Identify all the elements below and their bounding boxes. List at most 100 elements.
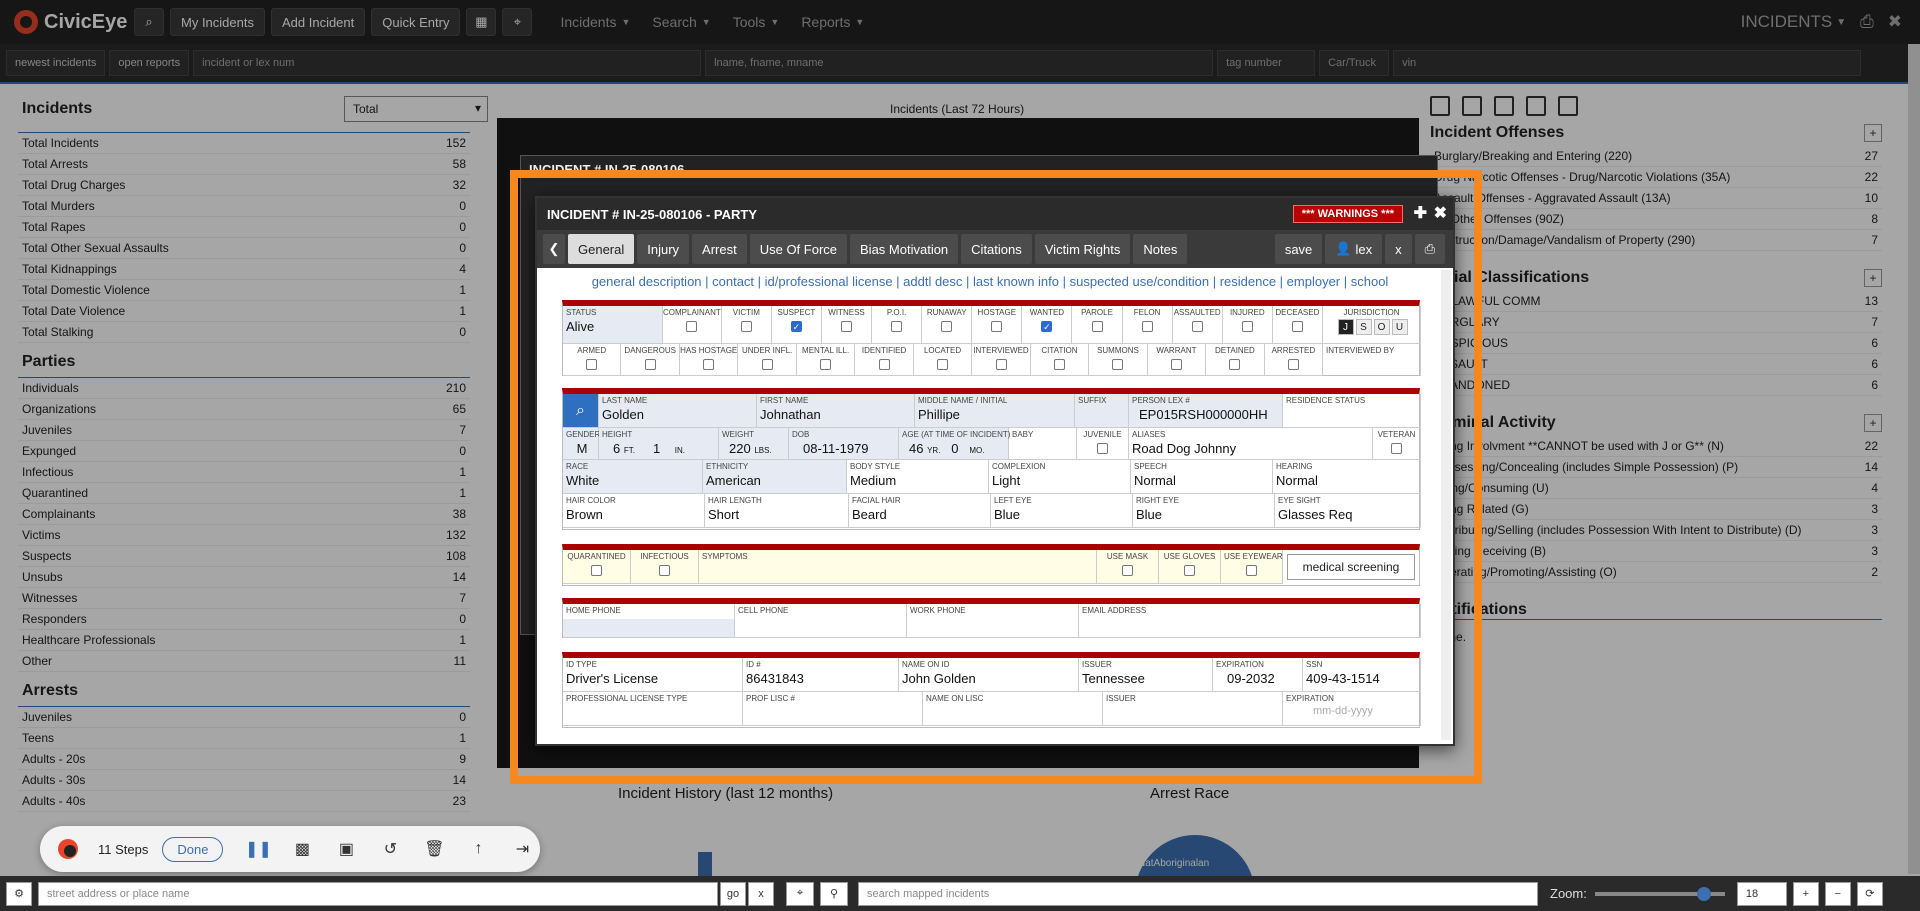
residence-status-field[interactable]: RESIDENCE STATUS — [1283, 394, 1421, 428]
zoom-slider[interactable] — [1594, 886, 1725, 901]
use-mask-field[interactable]: USE MASK — [1097, 550, 1159, 584]
juvenile-checkbox[interactable] — [1097, 443, 1108, 454]
zoom-out-button[interactable]: − — [1824, 881, 1851, 906]
exit-icon[interactable]: ⇥ — [513, 840, 531, 858]
dob-field[interactable]: DOB 08-11-1979 — [789, 428, 899, 460]
flag-interviewed[interactable]: INTERVIEWED — [972, 344, 1031, 376]
ethnicity-field[interactable]: ETHNICITY American — [703, 460, 847, 494]
flag-checkbox[interactable] — [1170, 359, 1182, 370]
lex-button[interactable]: 👤 lex — [1325, 234, 1383, 264]
print-button[interactable]: ⎙ — [1414, 234, 1445, 264]
save-button[interactable]: save — [1274, 234, 1323, 264]
infectious-checkbox[interactable] — [659, 565, 670, 576]
flag-deceased[interactable]: DECEASED — [1272, 306, 1323, 344]
facial-hair-field[interactable]: FACIAL HAIR Beard — [849, 494, 991, 528]
first-name-field[interactable]: FIRST NAME Johnathan — [757, 394, 915, 428]
flag-checkbox[interactable] — [1241, 321, 1253, 332]
flag-checkbox[interactable] — [1291, 321, 1303, 332]
go-button[interactable]: go — [720, 881, 746, 906]
flag-checkbox[interactable] — [586, 359, 598, 370]
zoom-level-input[interactable]: 18 — [1736, 881, 1787, 906]
locate-button[interactable]: ⌖ — [786, 881, 814, 906]
tab-victim-rights[interactable]: Victim Rights — [1034, 234, 1131, 264]
flag-checkbox[interactable] — [1091, 321, 1103, 332]
last-name-field[interactable]: LAST NAME Golden — [599, 394, 757, 428]
flag-checkbox[interactable] — [703, 359, 715, 370]
flag-assaulted[interactable]: ASSAULTED — [1172, 306, 1223, 344]
name-on-id-field[interactable]: NAME ON ID John Golden — [899, 658, 1079, 692]
cell-phone-field[interactable]: CELL PHONE — [735, 604, 907, 638]
veteran-checkbox[interactable] — [1391, 443, 1402, 454]
flag-wanted[interactable]: WANTED — [1022, 306, 1073, 344]
zoom-in-button[interactable]: + — [1792, 881, 1819, 906]
flag-witness[interactable]: WITNESS — [821, 306, 873, 344]
flag-checkbox[interactable] — [790, 321, 802, 332]
ssn-field[interactable]: SSN 409-43-1514 — [1303, 658, 1421, 692]
trash-icon[interactable]: 🗑 — [424, 840, 444, 858]
eye-sight-field[interactable]: EYE SIGHT Glasses Req — [1275, 494, 1421, 528]
flag-arrested[interactable]: ARRESTED — [1264, 344, 1324, 376]
tab-back-button[interactable]: ❮ — [543, 234, 565, 264]
id-type-field[interactable]: ID TYPE Driver's License — [563, 658, 743, 692]
flag-felon[interactable]: FELON — [1122, 306, 1173, 344]
flag-summons[interactable]: SUMMONS — [1089, 344, 1148, 376]
flag-mental-ill-[interactable]: MENTAL ILL. — [796, 344, 856, 376]
flag-checkbox[interactable] — [686, 321, 698, 332]
expiration-field[interactable]: EXPIRATION 09-2032 — [1213, 658, 1303, 692]
zoom-slider-handle[interactable] — [1696, 886, 1711, 901]
weight-field[interactable]: WEIGHT 220 LBS. — [719, 428, 789, 460]
hearing-field[interactable]: HEARING Normal — [1273, 460, 1421, 494]
flag-checkbox[interactable] — [1287, 359, 1299, 370]
flag-complainant[interactable]: COMPLAINANT — [663, 306, 722, 344]
flag-checkbox[interactable] — [1191, 321, 1203, 332]
medical-screening-button[interactable]: medical screening — [1287, 554, 1415, 580]
home-phone-field[interactable]: HOME PHONE — [563, 604, 735, 638]
symptoms-field[interactable]: SYMPTOMS — [699, 550, 1097, 584]
height-field[interactable]: HEIGHT 6 FT. 1 IN. — [599, 428, 719, 460]
jurisdiction-option[interactable]: S — [1355, 319, 1372, 335]
plus-icon[interactable]: ✚ — [1414, 203, 1427, 223]
tab-citations[interactable]: Citations — [961, 234, 1032, 264]
quarantined-checkbox[interactable] — [591, 565, 602, 576]
settings-button[interactable]: ⚙ — [6, 881, 32, 906]
flag-checkbox[interactable] — [937, 359, 949, 370]
issuer-field[interactable]: ISSUER Tennessee — [1079, 658, 1213, 692]
flag-runaway[interactable]: RUNAWAY — [922, 306, 973, 344]
flag-detained[interactable]: DETAINED — [1206, 344, 1265, 376]
body-style-field[interactable]: BODY STYLE Medium — [847, 460, 989, 494]
blur-icon[interactable]: ▩ — [293, 840, 311, 858]
flag-checkbox[interactable] — [1112, 359, 1124, 370]
use-mask-checkbox[interactable] — [1122, 565, 1133, 576]
flag-checkbox[interactable] — [1141, 321, 1153, 332]
tab-arrest[interactable]: Arrest — [692, 234, 747, 264]
flag-suspect[interactable]: SUSPECT — [771, 306, 822, 344]
tab-use-of-force[interactable]: Use Of Force — [749, 234, 848, 264]
gender-field[interactable]: GENDER M — [563, 428, 600, 460]
flag-checkbox[interactable] — [1041, 321, 1053, 332]
tab-notes[interactable]: Notes — [1133, 234, 1188, 264]
close-icon[interactable]: ✖ — [1434, 203, 1447, 223]
flag-checkbox[interactable] — [644, 359, 656, 370]
flag-citation[interactable]: CITATION — [1030, 344, 1090, 376]
flag-has-hostage[interactable]: HAS HOSTAGE — [679, 344, 739, 376]
image-icon[interactable]: ▣ — [337, 840, 355, 858]
pause-icon[interactable]: ❚❚ — [245, 840, 272, 858]
flag-p-o-i-[interactable]: P.O.I. — [872, 306, 923, 344]
warnings-badge[interactable]: *** WARNINGS *** — [1292, 205, 1403, 223]
use-gloves-field[interactable]: USE GLOVES — [1159, 550, 1221, 584]
clear-button[interactable]: x — [748, 881, 774, 906]
upload-icon[interactable]: ↑ — [469, 840, 487, 858]
mapped-incidents-input[interactable]: search mapped incidents — [858, 881, 1538, 906]
person-search-button[interactable]: ⌕ — [563, 394, 599, 428]
flag-checkbox[interactable] — [878, 359, 890, 370]
jurisdiction-option[interactable]: U — [1391, 319, 1408, 335]
modal-scrollbar[interactable] — [1441, 270, 1451, 740]
aliases-field[interactable]: ALIASES Road Dog Johnny — [1129, 428, 1373, 460]
baby-field[interactable]: BABY — [1009, 428, 1077, 460]
flag-victim[interactable]: VICTIM — [721, 306, 772, 344]
infectious-field[interactable]: INFECTIOUS — [631, 550, 699, 584]
status-field[interactable]: STATUS Alive — [563, 306, 663, 344]
hair-length-field[interactable]: HAIR LENGTH Short — [705, 494, 849, 528]
flag-hostage[interactable]: HOSTAGE — [972, 306, 1023, 344]
email-field[interactable]: EMAIL ADDRESS — [1079, 604, 1421, 638]
